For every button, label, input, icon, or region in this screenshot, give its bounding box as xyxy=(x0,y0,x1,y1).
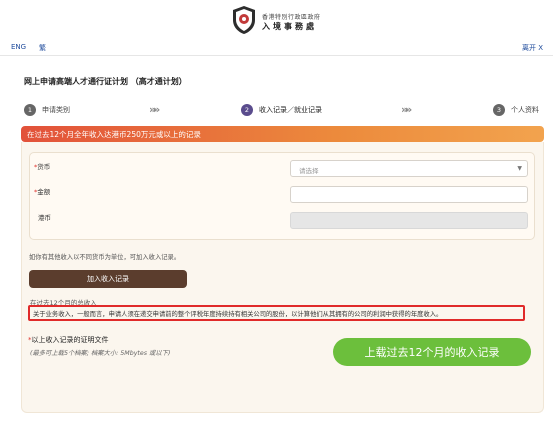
step-2-label: 收入记录／就业记录 xyxy=(259,106,322,114)
amount-label: *金额 xyxy=(34,186,50,196)
currency-select-value: 请选择 xyxy=(299,167,319,175)
currency-label: *货币 xyxy=(34,161,50,171)
step-3-label: 个人资料 xyxy=(511,106,539,114)
step-indicator: 1 申请类别 »» 2 收入记录／就业记录 »» 3 个人资料 xyxy=(24,103,544,119)
lang-eng-link[interactable]: ENG xyxy=(11,43,26,51)
currency-label-text: 货币 xyxy=(37,163,51,171)
step-3-number: 3 xyxy=(493,104,505,116)
upload-income-record-button[interactable]: 上载过去12个月的收入记录 xyxy=(333,338,531,366)
language-bar: ENG 繁 离开 X xyxy=(0,40,553,56)
supporting-docs-title-text: 以上收入记录的证明文件 xyxy=(31,336,109,344)
step-1-label: 申请类别 xyxy=(42,106,70,114)
currency-select[interactable]: 请选择 ▼ xyxy=(290,160,528,177)
multi-currency-note: 如你有其他收入以不同货币为单位，可加入收入记录。 xyxy=(29,254,181,261)
section-banner-text: 在过去12个月全年收入达港币250万元或以上的记录 xyxy=(27,130,201,139)
upload-limit-note: (最多可上载5个档案; 档案大小: 5Mbytes 或以下) xyxy=(30,350,171,357)
step-1-number: 1 xyxy=(24,104,36,116)
step-2: 2 收入记录／就业记录 xyxy=(241,103,322,117)
step-3: 3 个人资料 xyxy=(493,103,539,117)
business-income-note: 关于业务收入，一般而言，申请人须在递交申请前的整个评税年度持续持有相关公司的股份… xyxy=(33,311,443,318)
leave-link[interactable]: 离开 X xyxy=(522,43,543,53)
header: 香港特別行政區政府 入境事務處 xyxy=(0,0,553,40)
lang-traditional-link[interactable]: 繁 xyxy=(39,43,46,53)
step-2-number: 2 xyxy=(241,104,253,116)
hkd-input xyxy=(290,212,528,229)
chevron-right-icon: »» xyxy=(401,103,412,116)
department-line: 香港特別行政區政府 xyxy=(262,14,321,21)
department-name: 入境事務處 xyxy=(262,22,317,31)
chevron-right-icon: »» xyxy=(149,103,160,116)
amount-label-text: 金额 xyxy=(37,188,51,196)
business-income-note-highlight: 关于业务收入，一般而言，申请人须在递交申请前的整个评税年度持续持有相关公司的股份… xyxy=(28,305,525,321)
add-income-record-button[interactable]: 加入收入记录 xyxy=(29,270,187,288)
department-emblem-icon xyxy=(233,6,255,34)
page-title: 网上申请高端人才通行证计划 （高才通计划） xyxy=(24,77,187,86)
amount-input[interactable] xyxy=(290,186,528,203)
supporting-docs-title: *以上收入记录的证明文件 xyxy=(28,335,109,345)
step-1: 1 申请类别 xyxy=(24,103,70,117)
hkd-label: 港币 xyxy=(38,214,51,222)
chevron-down-icon: ▼ xyxy=(517,165,522,172)
section-banner: 在过去12个月全年收入达港币250万元或以上的记录 xyxy=(21,126,544,142)
